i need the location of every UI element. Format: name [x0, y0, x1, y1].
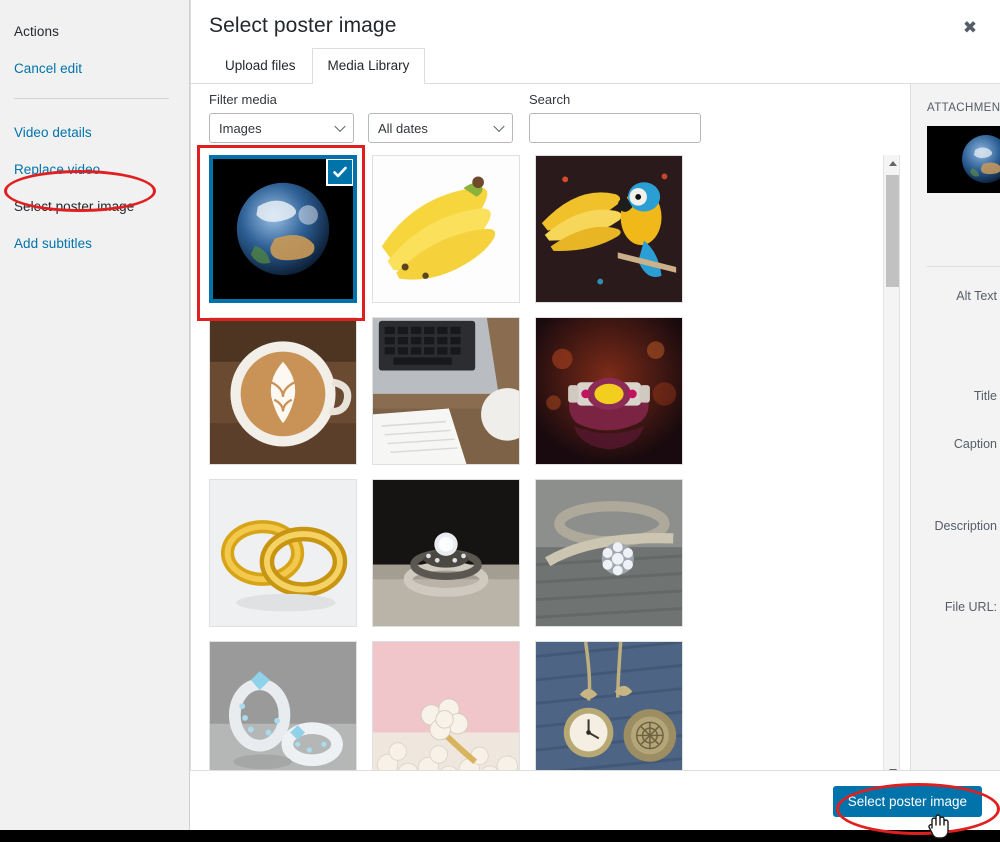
media-grid-scrollbar[interactable]: [883, 155, 900, 780]
macaw-art: [536, 156, 682, 302]
earth-thumb-art: [927, 126, 1000, 193]
media-item-latte[interactable]: [209, 317, 357, 465]
watch-art: [536, 318, 682, 464]
description-label: Description: [934, 519, 997, 533]
laptop-art: [373, 318, 519, 464]
caption-row: Caption: [927, 425, 1000, 494]
media-type-select[interactable]: Images: [209, 113, 354, 143]
media-item-pocket-watch[interactable]: [535, 641, 683, 780]
chevron-down-icon: [334, 120, 346, 133]
modal-tabs: Upload files Media Library: [209, 48, 426, 84]
tab-media-library[interactable]: Media Library: [311, 48, 426, 84]
scroll-up-arrow-icon[interactable]: [884, 155, 901, 172]
attachment-summary: earth-1617121_1920.jpg February 21, 2021…: [927, 126, 1000, 252]
latte-art: [210, 318, 356, 464]
gold-rings-art: [210, 480, 356, 626]
sidebar-item-replace-video[interactable]: Replace video: [14, 162, 189, 177]
check-icon[interactable]: [326, 159, 353, 186]
caption-label: Caption: [953, 437, 997, 451]
media-item-bananas[interactable]: [372, 155, 520, 303]
close-icon[interactable]: ✖: [948, 6, 992, 50]
media-type-select-value: Images: [219, 120, 262, 136]
aquamarine-rings-art: [210, 642, 356, 780]
select-poster-image-button[interactable]: Select poster image: [832, 786, 982, 817]
pearl-ring-art: [373, 642, 519, 780]
sidebar-item-cancel-edit[interactable]: Cancel edit: [14, 61, 189, 76]
media-item-cluster-ring[interactable]: [535, 479, 683, 627]
filter-media-label: Filter media: [209, 92, 277, 107]
actions-sidebar: Actions Cancel edit Video details Replac…: [0, 0, 190, 830]
search-input[interactable]: [529, 113, 701, 143]
filter-media-group: Filter media Images All dates: [209, 92, 513, 143]
sidebar-item-add-subtitles[interactable]: Add subtitles: [14, 236, 189, 251]
sidebar-divider: [14, 98, 169, 99]
media-date-select[interactable]: All dates: [368, 113, 513, 143]
sidebar-item-select-poster-image[interactable]: Select poster image: [14, 199, 189, 214]
media-item-earth[interactable]: [209, 155, 357, 303]
search-group: Search: [529, 92, 701, 143]
scrollbar-thumb[interactable]: [886, 175, 899, 287]
chevron-down-icon: [493, 120, 505, 133]
media-item-macaw[interactable]: [535, 155, 683, 303]
attachment-details-heading: ATTACHMENT DETAILS: [927, 102, 1000, 114]
alt-text-row: Alt Text Describe the purpose of the ima…: [927, 281, 1000, 368]
details-divider: [927, 266, 1000, 267]
file-url-row: File URL:: [927, 592, 1000, 623]
sidebar-item-video-details[interactable]: Video details: [14, 125, 189, 140]
copy-url-row: Copy URL to clipboard: [927, 636, 1000, 662]
screenshot-root: Actions Cancel edit Video details Replac…: [0, 0, 1000, 842]
media-item-pearl-ring[interactable]: [372, 641, 520, 780]
attachment-details-panel: ATTACHMENT DETAILS: [910, 84, 1000, 781]
media-grid: [209, 155, 704, 780]
media-item-laptop[interactable]: [372, 317, 520, 465]
attachment-thumbnail[interactable]: [927, 126, 1000, 193]
sidebar-title: Actions: [14, 24, 59, 39]
media-date-select-value: All dates: [378, 120, 428, 136]
description-row: Description A space photograph of planet…: [927, 507, 1000, 579]
media-item-gold-rings[interactable]: [209, 479, 357, 627]
media-modal: Select poster image ✖ Upload files Media…: [190, 0, 1000, 830]
bananas-art: [373, 156, 519, 302]
modal-title: Select poster image: [209, 14, 397, 37]
media-item-diamond-ring[interactable]: [372, 479, 520, 627]
media-item-aquamarine-rings[interactable]: [209, 641, 357, 780]
page-bottom-strip: [0, 830, 1000, 842]
diamond-ring-art: [373, 480, 519, 626]
title-row: Title: [927, 381, 1000, 412]
file-url-label: File URL:: [944, 600, 997, 614]
cluster-ring-art: [536, 480, 682, 626]
modal-footer: Select poster image: [190, 770, 1000, 830]
title-label: Title: [973, 389, 997, 403]
search-label: Search: [529, 92, 571, 107]
pocket-watch-art: [536, 642, 682, 780]
media-item-watch[interactable]: [535, 317, 683, 465]
tab-upload-files[interactable]: Upload files: [209, 48, 312, 83]
alt-text-label: Alt Text: [956, 289, 997, 303]
